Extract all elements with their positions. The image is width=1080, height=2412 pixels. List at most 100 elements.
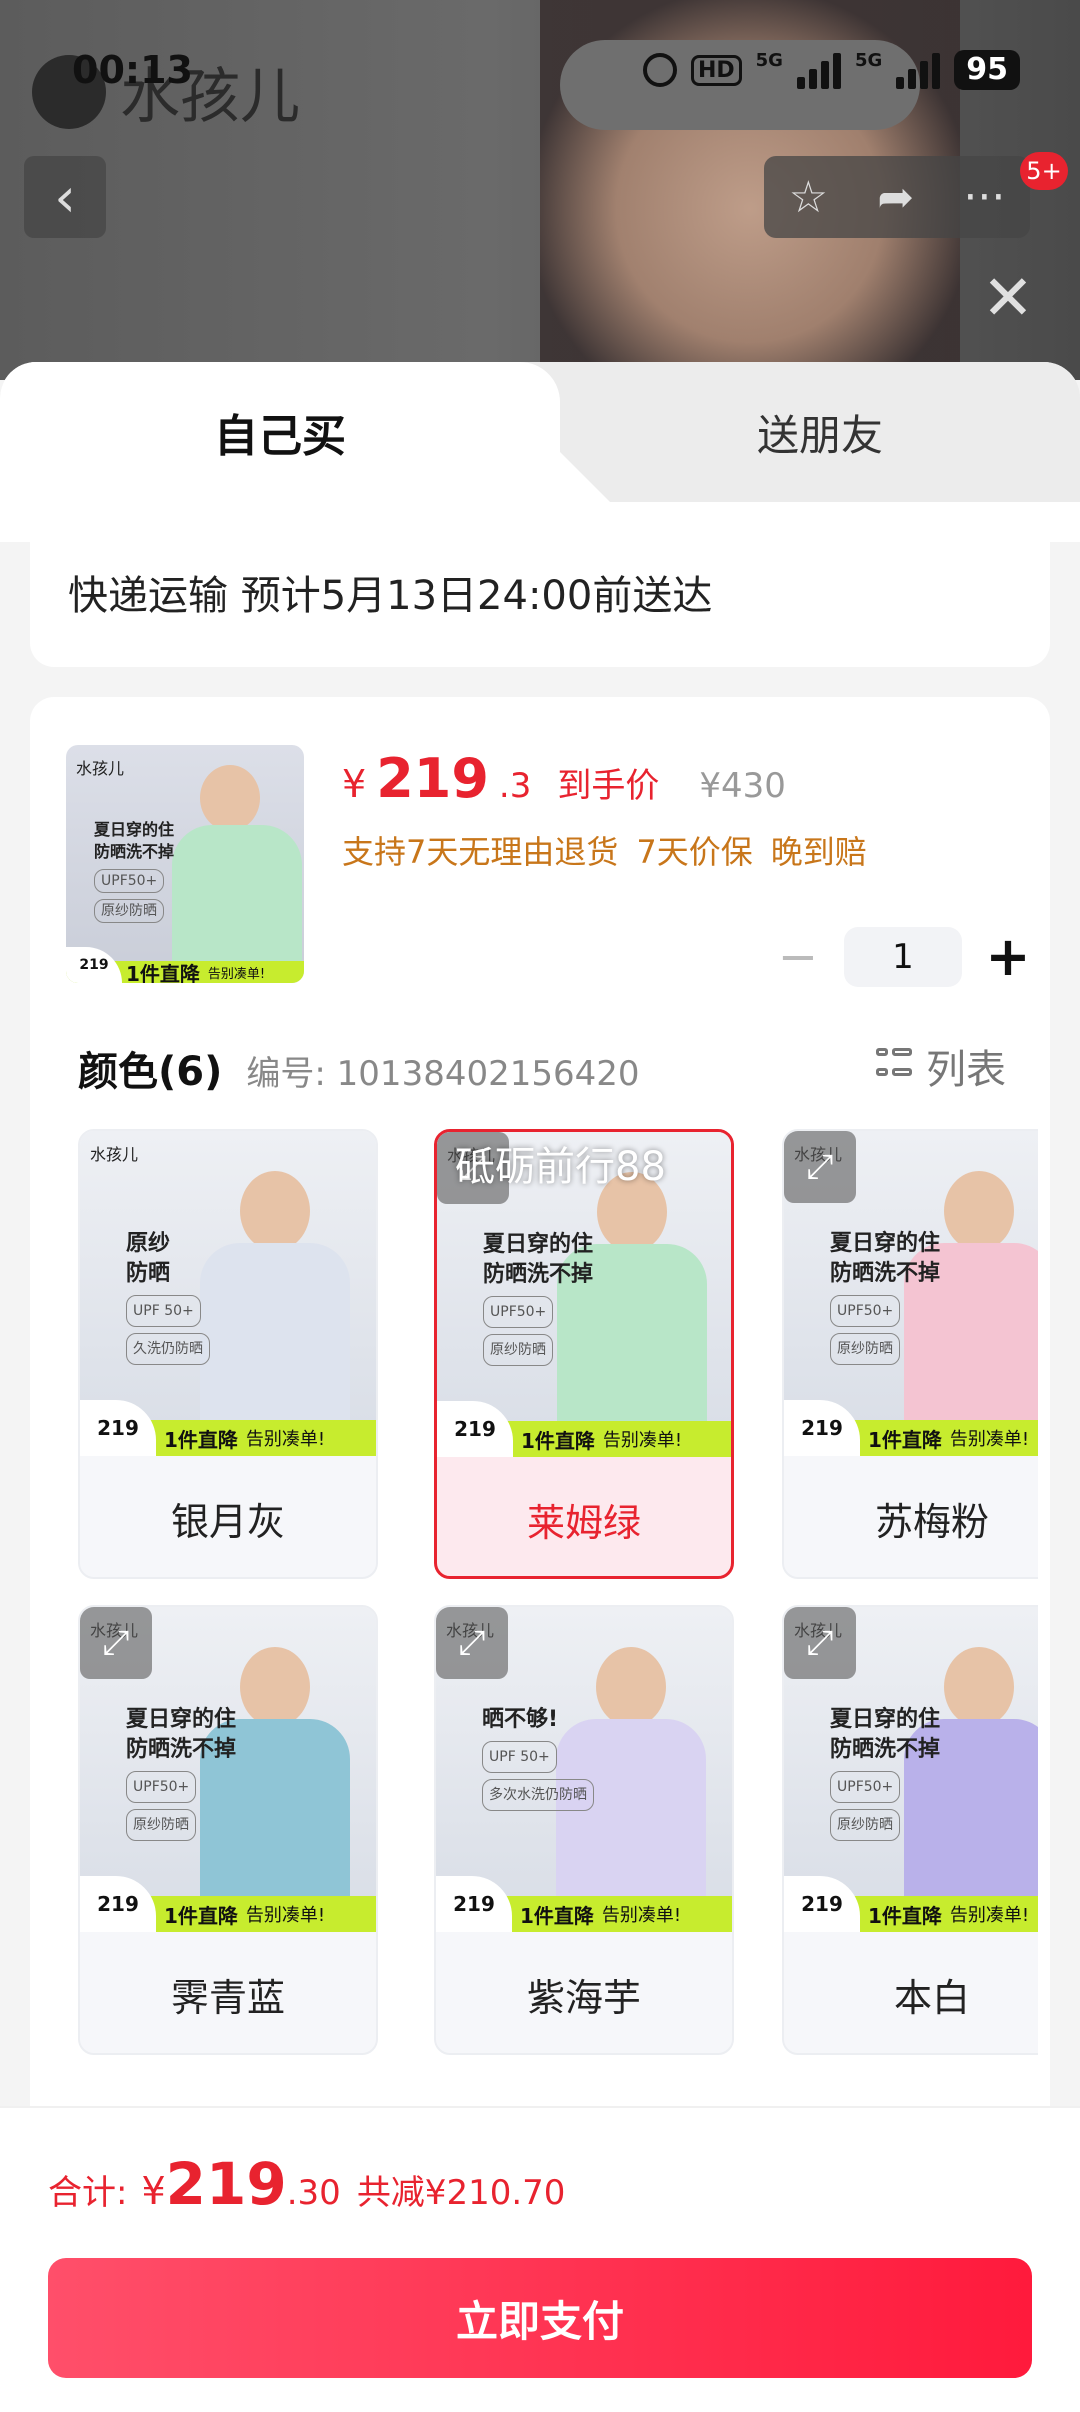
- close-icon[interactable]: ✕: [976, 266, 1040, 330]
- thumb-headline: 夏日穿的住 防晒洗不掉 UPF50+ 原纱防晒: [94, 819, 174, 923]
- tile-strip-label: 1件直降: [868, 1903, 942, 1928]
- price-decimal: .3: [498, 766, 532, 806]
- tile-strip-label: 1件直降: [520, 1903, 594, 1928]
- tile-model-head: [944, 1647, 1014, 1727]
- tile-strip-label2: 告别凑单!: [602, 1430, 683, 1451]
- back-button[interactable]: ‹: [24, 156, 106, 238]
- quantity-decrease-button[interactable]: −: [770, 929, 826, 985]
- app-root: 水孩儿 00:13 HD 5G 5G 95 ‹ ☆ ➦ ··· 5+ ✕ 送朋友…: [0, 0, 1080, 2412]
- color-option-1[interactable]: 水孩儿夏日穿的住 防晒洗不掉UPF50+原纱防晒1件直降告别凑单!219⤢砥砺前…: [434, 1129, 734, 1579]
- tile-headline: 原纱 防晒 UPF 50+ 久洗仍防晒: [126, 1229, 210, 1365]
- tile-tag: UPF50+: [830, 1771, 901, 1803]
- thumb-line1: 夏日穿的住: [94, 820, 175, 839]
- tile-price: 219: [437, 1401, 513, 1457]
- price-symbol: ¥: [342, 762, 367, 806]
- hd-icon: HD: [690, 54, 742, 86]
- tile-headline-text: 夏日穿的住 防晒洗不掉: [830, 1707, 941, 1762]
- thumb-tag1: UPF50+: [94, 869, 165, 893]
- original-price: ¥430: [699, 766, 786, 806]
- tile-subtag: 多次水洗仍防晒: [482, 1779, 594, 1811]
- total-symbol: ¥: [141, 2169, 166, 2213]
- color-option-image: 水孩儿 原纱 防晒 UPF 50+ 久洗仍防晒 1件直降 告别凑单! 219: [80, 1131, 376, 1456]
- tile-subtag: 久洗仍防晒: [126, 1333, 210, 1365]
- color-option-image: 水孩儿晒不够!UPF 50+多次水洗仍防晒1件直降告别凑单!219⤢: [436, 1607, 732, 1932]
- color-option-5[interactable]: 水孩儿夏日穿的住 防晒洗不掉UPF50+原纱防晒1件直降告别凑单!219⤢本白: [782, 1605, 1038, 2055]
- tile-headline: 夏日穿的住 防晒洗不掉 UPF50+ 原纱防晒: [483, 1230, 593, 1366]
- tile-price: 219: [784, 1876, 860, 1932]
- thumb-line2: 防晒洗不掉: [94, 842, 175, 861]
- color-option-image: 水孩儿夏日穿的住 防晒洗不掉UPF50+原纱防晒1件直降告别凑单!219⤢: [784, 1607, 1038, 1932]
- color-option-name: 莱姆绿: [526, 1501, 641, 1545]
- quantity-value[interactable]: 1: [844, 927, 962, 987]
- thumb-logo: 水孩儿: [76, 759, 125, 778]
- tile-tag: UPF50+: [126, 1771, 197, 1803]
- tile-headline: 夏日穿的住 防晒洗不掉 UPF50+ 原纱防晒: [830, 1705, 940, 1841]
- color-option-name: 本白: [893, 1976, 970, 2020]
- color-option-image: 水孩儿夏日穿的住 防晒洗不掉UPF50+原纱防晒1件直降告别凑单!219⤢砥砺前…: [437, 1132, 731, 1457]
- promo-overlay-text: 砥砺前行88: [455, 1144, 666, 1190]
- tile-model: [190, 1171, 360, 1433]
- total-decimal: .30: [286, 2173, 341, 2213]
- status-bar: 00:13 HD 5G 5G 95: [0, 0, 1080, 130]
- battery-indicator: 95: [954, 50, 1020, 90]
- favorite-star-icon[interactable]: ☆: [789, 172, 828, 223]
- tile-headline-text: 晒不够!: [482, 1707, 559, 1732]
- thumb-model-body: [172, 825, 302, 975]
- color-option-name: 苏梅粉: [874, 1500, 989, 1544]
- tile-tag: UPF50+: [483, 1296, 554, 1328]
- thumb-model-head: [200, 765, 260, 831]
- total-label: 合计:: [48, 2173, 128, 2213]
- expand-icon[interactable]: ⤢: [436, 1607, 508, 1679]
- tile-strip-label: 1件直降: [521, 1428, 595, 1453]
- color-option-4[interactable]: 水孩儿晒不够!UPF 50+多次水洗仍防晒1件直降告别凑单!219⤢紫海芋: [434, 1605, 734, 2055]
- expand-icon[interactable]: ⤢: [784, 1131, 856, 1203]
- expand-icon[interactable]: ⤢: [784, 1607, 856, 1679]
- color-option-name: 银月灰: [170, 1500, 285, 1544]
- total-integer: 219: [165, 2150, 287, 2218]
- tile-model-head: [944, 1171, 1014, 1251]
- tile-headline-text: 夏日穿的住 防晒洗不掉: [483, 1232, 594, 1287]
- perk-late-compensation: 晚到赔: [770, 833, 867, 871]
- product-thumbnail[interactable]: 水孩儿 夏日穿的住 防晒洗不掉 UPF50+ 原纱防晒 1件直降 告别凑单! 2…: [66, 745, 304, 983]
- chevron-left-icon: ‹: [54, 165, 76, 229]
- tab-self-buy[interactable]: 自己买: [0, 362, 560, 502]
- list-view-toggle[interactable]: 列表: [876, 1037, 1006, 1095]
- tile-strip-label2: 告别凑单!: [949, 1429, 1030, 1450]
- expand-icon[interactable]: ⤢: [80, 1607, 152, 1679]
- tile-strip-label2: 告别凑单!: [245, 1429, 326, 1450]
- share-icon[interactable]: ➦: [877, 172, 914, 223]
- tile-tag: UPF 50+: [482, 1741, 557, 1773]
- color-option-3[interactable]: 水孩儿夏日穿的住 防晒洗不掉UPF50+原纱防晒1件直降告别凑单!219⤢霁青蓝: [78, 1605, 378, 2055]
- thumb-model: [162, 765, 302, 983]
- more-icon[interactable]: ···: [963, 172, 1005, 223]
- alarm-icon: [642, 53, 677, 87]
- order-total: 合计: ¥219.30 共减¥210.70: [48, 2150, 565, 2218]
- purchase-sheet: 送朋友 自己买 快递运输 预计5月13日24:00前送达 水孩儿 夏日穿的住 防…: [0, 362, 1080, 2412]
- status-time: 00:13: [72, 48, 193, 92]
- color-header: 颜色(6) 编号: 10138402156420: [78, 1039, 640, 1097]
- tile-headline: 晒不够! UPF 50+ 多次水洗仍防晒: [482, 1705, 594, 1811]
- color-option-0[interactable]: 水孩儿 原纱 防晒 UPF 50+ 久洗仍防晒 1件直降 告别凑单! 219 银月灰: [78, 1129, 378, 1579]
- tile-headline-text: 原纱 防晒: [126, 1231, 171, 1286]
- thumb-strip-label: 1件直降: [126, 961, 200, 984]
- pay-now-button[interactable]: 立即支付: [48, 2258, 1032, 2378]
- nav-action-group: ☆ ➦ ···: [764, 156, 1030, 238]
- notification-badge: 5+: [1020, 152, 1068, 190]
- list-icon: [876, 1048, 912, 1084]
- tile-strip-label: 1件直降: [164, 1903, 238, 1928]
- tile-model-head: [240, 1647, 310, 1727]
- tile-strip-label2: 告别凑单!: [245, 1905, 326, 1926]
- network-type-2: 5G: [854, 50, 883, 71]
- quantity-increase-button[interactable]: +: [980, 929, 1036, 985]
- color-grid: 水孩儿原纱 防晒UPF 50+久洗仍防晒1件直降告别凑单!219银月灰水孩儿夏日…: [78, 1129, 1038, 2129]
- tile-strip-label: 1件直降: [868, 1427, 942, 1452]
- tile-subtag: 原纱防晒: [483, 1334, 553, 1366]
- tab-gift[interactable]: 送朋友: [560, 362, 1080, 502]
- tile-tag: UPF 50+: [126, 1295, 201, 1327]
- color-option-2[interactable]: 水孩儿夏日穿的住 防晒洗不掉UPF50+原纱防晒1件直降告别凑单!219⤢苏梅粉: [782, 1129, 1038, 1579]
- signal-icon-2: [896, 51, 941, 89]
- perk-price-protect: 7天价保: [636, 833, 753, 871]
- tile-price: 219: [436, 1876, 512, 1932]
- checkout-footer: 合计: ¥219.30 共减¥210.70 立即支付: [0, 2106, 1080, 2412]
- color-option-image: 水孩儿夏日穿的住 防晒洗不掉UPF50+原纱防晒1件直降告别凑单!219⤢: [80, 1607, 376, 1932]
